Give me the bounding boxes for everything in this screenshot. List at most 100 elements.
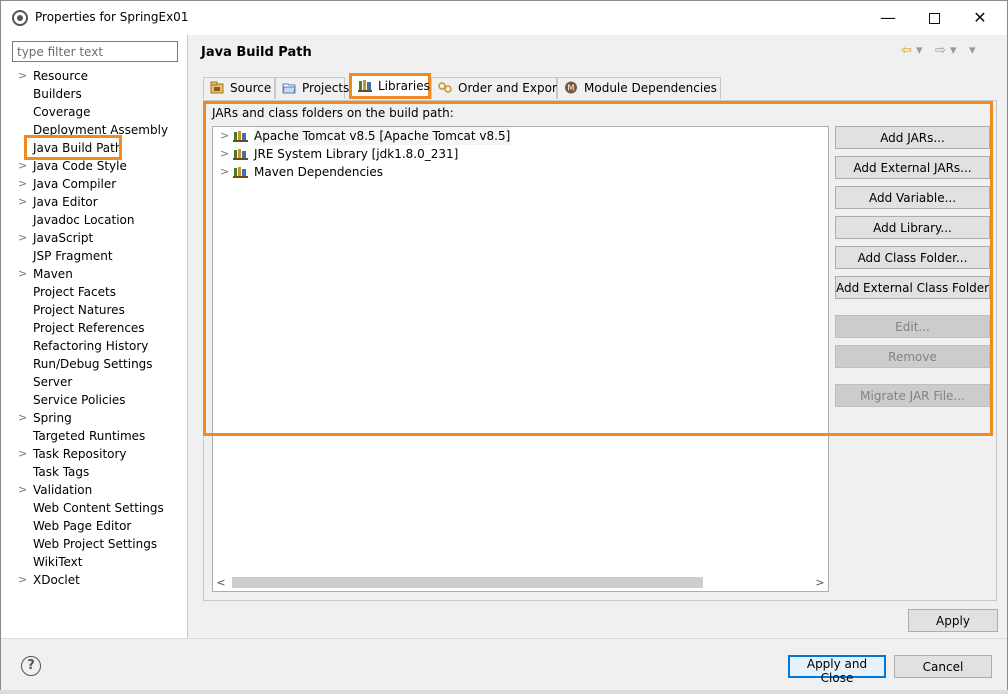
sidebar-item-label: Targeted Runtimes <box>33 429 146 443</box>
library-tree[interactable]: > Apache Tomcat v8.5 [Apache Tomcat v8.5… <box>212 126 829 592</box>
remove-button[interactable]: Remove <box>835 345 990 368</box>
tab-module-dependencies-label: Module Dependencies <box>584 81 717 95</box>
tab-order-and-export-label: Order and Export <box>458 81 562 95</box>
sidebar-item[interactable]: > Spring <box>1 409 188 427</box>
tab-module-dependencies[interactable]: M Module Dependencies <box>557 77 721 99</box>
apply-button[interactable]: Apply <box>908 609 998 632</box>
view-menu-icon[interactable]: ▾ <box>969 43 976 58</box>
svg-text:M: M <box>568 84 575 93</box>
tree-row-label: JRE System Library [jdk1.8.0_231] <box>254 147 459 161</box>
properties-dialog: Properties for SpringEx01 — ✕ > Resource B… <box>0 0 1008 694</box>
sidebar-item-label: Project Facets <box>33 285 116 299</box>
window-title: Properties for SpringEx01 <box>35 10 189 24</box>
chevron-right-icon[interactable]: > <box>220 163 229 181</box>
sidebar-item[interactable]: Javadoc Location <box>1 211 188 229</box>
sidebar-item[interactable]: > Java Compiler <box>1 175 188 193</box>
add-external-class-folder-button[interactable]: Add External Class Folder... <box>835 276 990 299</box>
chevron-right-icon[interactable]: > <box>18 193 27 211</box>
sidebar-item[interactable]: Project References <box>1 319 188 337</box>
chevron-right-icon[interactable]: > <box>18 409 27 427</box>
chevron-right-icon[interactable]: > <box>18 265 27 283</box>
sidebar-item-label: Web Page Editor <box>33 519 132 533</box>
sidebar-item[interactable]: > XDoclet <box>1 571 188 589</box>
sidebar-item[interactable]: Coverage <box>1 103 188 121</box>
sidebar-item-label: WikiText <box>33 555 83 569</box>
maximize-button[interactable] <box>911 5 957 31</box>
sidebar-item[interactable]: Targeted Runtimes <box>1 427 188 445</box>
tree-row[interactable]: > JRE System Library [jdk1.8.0_231] <box>213 145 493 163</box>
horizontal-scrollbar[interactable]: < > <box>213 574 828 591</box>
chevron-right-icon[interactable]: > <box>220 127 229 145</box>
edit-button[interactable]: Edit... <box>835 315 990 338</box>
sidebar-item[interactable]: Server <box>1 373 188 391</box>
add-jars-button[interactable]: Add JARs... <box>835 126 990 149</box>
tab-libraries[interactable]: Libraries <box>349 73 431 99</box>
sidebar-item[interactable]: WikiText <box>1 553 188 571</box>
add-external-jars-button[interactable]: Add External JARs... <box>835 156 990 179</box>
scroll-left-icon[interactable]: < <box>213 574 229 591</box>
sidebar-item-label: Web Content Settings <box>33 501 164 515</box>
sidebar-item-label: Server <box>33 375 73 389</box>
chevron-right-icon[interactable]: > <box>18 67 27 85</box>
sidebar-item[interactable]: Web Project Settings <box>1 535 188 553</box>
module-icon: M <box>565 81 577 94</box>
library-icon <box>358 80 372 92</box>
build-path-label: JARs and class folders on the build path… <box>212 106 454 120</box>
sidebar-item-label: Task Repository <box>33 447 127 461</box>
tab-projects[interactable]: Projects <box>275 77 349 99</box>
add-class-folder-button[interactable]: Add Class Folder... <box>835 246 990 269</box>
order-export-icon <box>438 82 452 93</box>
source-folder-icon <box>210 81 224 94</box>
tree-row[interactable]: > Apache Tomcat v8.5 [Apache Tomcat v8.5… <box>213 127 511 145</box>
sidebar-item[interactable]: Web Page Editor <box>1 517 188 535</box>
minimize-button[interactable]: — <box>865 5 911 31</box>
add-variable-button[interactable]: Add Variable... <box>835 186 990 209</box>
sidebar-item[interactable]: > Resource <box>1 67 188 85</box>
sidebar-item[interactable]: Service Policies <box>1 391 188 409</box>
apply-and-close-button[interactable]: Apply and Close <box>788 655 886 685</box>
forward-dropdown-icon[interactable]: ▾ <box>950 43 957 58</box>
forward-arrow-icon[interactable]: ⇨ <box>935 43 946 58</box>
cancel-button[interactable]: Cancel <box>894 655 992 678</box>
tree-row-label: Apache Tomcat v8.5 [Apache Tomcat v8.5] <box>254 127 511 145</box>
sidebar-item[interactable]: Refactoring History <box>1 337 188 355</box>
back-arrow-icon[interactable]: ⇦ <box>901 43 912 58</box>
tab-source[interactable]: Source <box>203 77 275 99</box>
sidebar-item[interactable]: Task Tags <box>1 463 188 481</box>
filter-input[interactable] <box>12 41 178 62</box>
sidebar-item[interactable]: > Java Editor <box>1 193 188 211</box>
sidebar-item[interactable]: Project Natures <box>1 301 188 319</box>
help-icon[interactable]: ? <box>21 656 41 676</box>
migrate-jar-button[interactable]: Migrate JAR File... <box>835 384 990 407</box>
scroll-right-icon[interactable]: > <box>812 574 828 591</box>
background-workbench <box>0 690 1008 694</box>
sidebar-item-label: Run/Debug Settings <box>33 357 153 371</box>
main-panel: Java Build Path ⇦ ▾ ⇨ ▾ ▾ Source Project… <box>189 35 1007 638</box>
chevron-right-icon[interactable]: > <box>18 445 27 463</box>
chevron-right-icon[interactable]: > <box>18 571 27 589</box>
sidebar: >ResourceBuildersCoverageDeployment Asse… <box>1 35 188 638</box>
add-library-button[interactable]: Add Library... <box>835 216 990 239</box>
close-button[interactable]: ✕ <box>957 5 1003 31</box>
sidebar-item[interactable]: Web Content Settings <box>1 499 188 517</box>
sidebar-item[interactable]: > Maven <box>1 265 188 283</box>
tab-order-and-export[interactable]: Order and Export <box>431 77 562 99</box>
scrollbar-thumb[interactable] <box>232 577 703 588</box>
sidebar-item-label: Project References <box>33 321 145 335</box>
sidebar-item[interactable]: > Validation <box>1 481 188 499</box>
chevron-right-icon[interactable]: > <box>18 481 27 499</box>
back-dropdown-icon[interactable]: ▾ <box>916 43 923 58</box>
sidebar-item[interactable]: Run/Debug Settings <box>1 355 188 373</box>
sidebar-item[interactable]: Project Facets <box>1 283 188 301</box>
chevron-right-icon[interactable]: > <box>18 175 27 193</box>
sidebar-item-label: JavaScript <box>33 231 94 245</box>
sidebar-item[interactable]: Builders <box>1 85 188 103</box>
chevron-right-icon[interactable]: > <box>220 145 229 163</box>
sidebar-item[interactable]: JSP Fragment <box>1 247 188 265</box>
sidebar-item[interactable]: > Task Repository <box>1 445 188 463</box>
chevron-right-icon[interactable]: > <box>18 229 27 247</box>
sidebar-item[interactable]: > JavaScript <box>1 229 188 247</box>
history-navigation: ⇦ ▾ ⇨ ▾ ▾ <box>901 43 976 58</box>
tree-row[interactable]: > Maven Dependencies <box>213 163 493 181</box>
tab-source-label: Source <box>230 81 272 95</box>
